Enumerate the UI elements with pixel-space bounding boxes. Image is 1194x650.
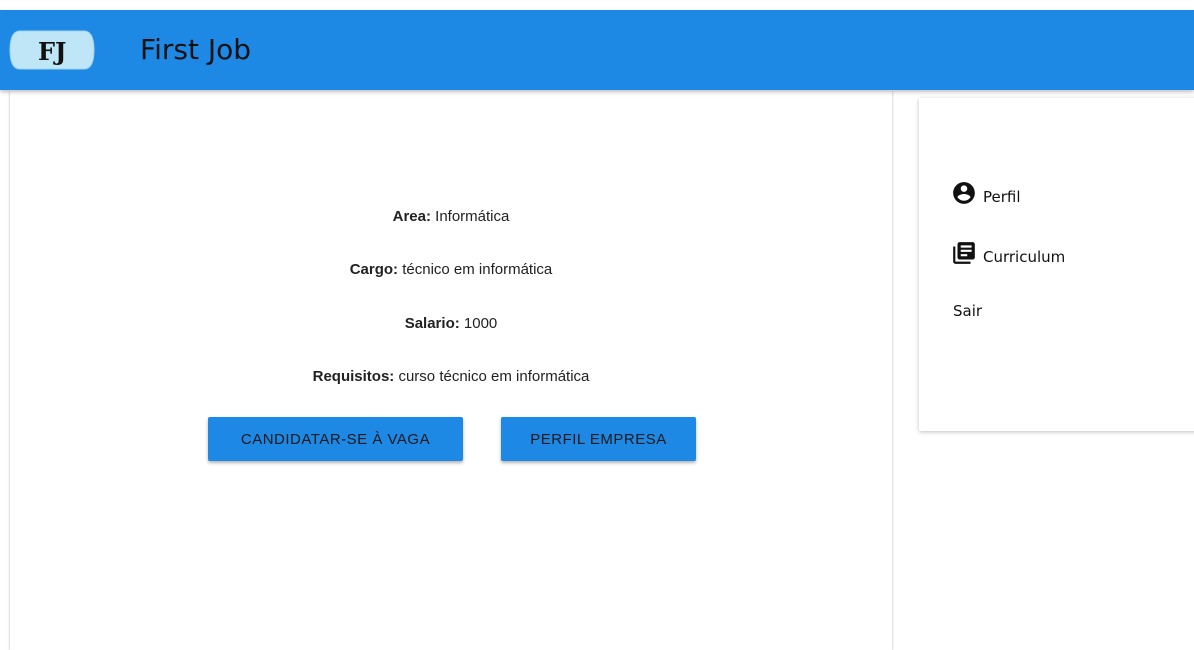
- cargo-value: técnico em informática: [402, 261, 553, 278]
- requisitos-value: curso técnico em informática: [398, 368, 590, 385]
- cargo-field: Cargo: técnico em informática: [10, 261, 892, 278]
- side-menu: Perfil Curriculum Sair: [919, 98, 1194, 431]
- app-bar: FJ First Job: [0, 10, 1194, 90]
- menu-item-label: Perfil: [983, 188, 1021, 206]
- area-value: Informática: [435, 208, 510, 225]
- job-detail-card: Area: Informática Cargo: técnico em info…: [10, 90, 892, 650]
- first-job-logo[interactable]: FJ: [8, 29, 96, 71]
- menu-item-curriculum[interactable]: Curriculum: [951, 240, 1065, 266]
- menu-item-label: Curriculum: [983, 248, 1066, 266]
- salario-value: 1000: [463, 315, 498, 332]
- library-books-icon: [953, 242, 975, 264]
- cargo-label: Cargo:: [349, 261, 399, 278]
- app-title: First Job: [140, 33, 251, 66]
- menu-item-label: Sair: [953, 302, 983, 320]
- menu-item-perfil[interactable]: Perfil: [951, 180, 1021, 206]
- account-circle-icon: [953, 182, 975, 204]
- requisitos-field: Requisitos: curso técnico em informática: [10, 368, 892, 385]
- area-field: Area: Informática: [10, 208, 892, 225]
- area-label: Area:: [392, 208, 431, 225]
- company-profile-button[interactable]: PERFIL EMPRESA: [501, 417, 696, 461]
- salario-label: Salario:: [404, 315, 460, 332]
- logo-text: FJ: [38, 37, 66, 66]
- apply-button[interactable]: CANDIDATAR-SE À VAGA: [208, 417, 463, 461]
- salario-field: Salario: 1000: [10, 315, 892, 332]
- requisitos-label: Requisitos:: [312, 368, 395, 385]
- top-strip: [0, 0, 1194, 10]
- menu-item-sair[interactable]: Sair: [953, 302, 982, 320]
